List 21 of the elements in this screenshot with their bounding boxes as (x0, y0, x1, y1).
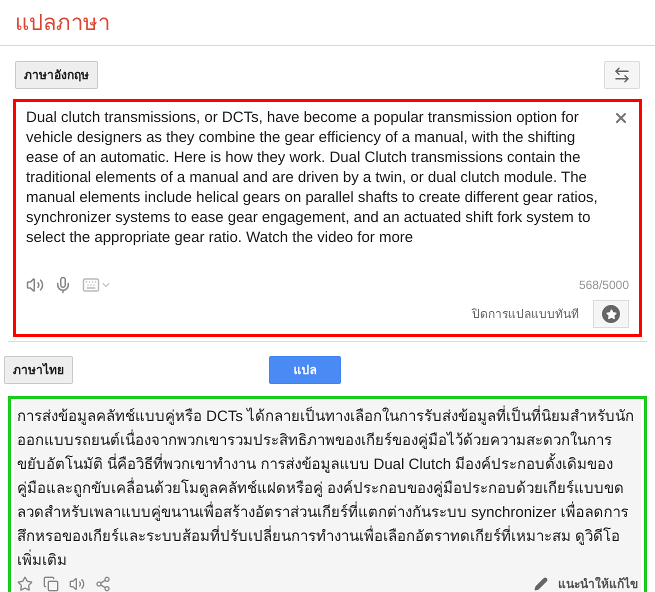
favorite-button[interactable] (593, 300, 629, 328)
instant-translation-link[interactable]: ปิดการแปลแบบทันที (472, 305, 579, 323)
pencil-icon (534, 577, 548, 591)
share-icon[interactable] (95, 576, 111, 592)
clear-icon[interactable] (613, 110, 629, 126)
copy-icon[interactable] (43, 576, 59, 592)
swap-languages-button[interactable] (604, 61, 640, 89)
speaker-icon[interactable] (69, 576, 85, 592)
suggest-edit-link[interactable]: แนะนำให้แก้ไข (558, 575, 638, 592)
microphone-icon[interactable] (54, 276, 72, 294)
character-count: 568/5000 (578, 277, 629, 294)
speaker-icon[interactable] (26, 276, 44, 294)
star-icon[interactable] (17, 576, 33, 592)
translated-text: การส่งข้อมูลคลัทช์แบบคู่หรือ DCTs ได้กลายเป็นทางเลือกในการรับส่งข้อมูลที่เป็นที่นิยมสำหรับนักออกแบบรถยนต์เนื่องจากพวกเขารวมประสิทธิภาพของเกียร์ของคู่มือไว้ด้วยความสะดวกในการขยับอัตโนมัติ นี่คือวิธีที่พวกเขาทำงาน การส่งข้อมูลแบบ Dual Clutch มีองค์ประกอบดั้งเดิมของคู่มือและถูกขับเคลื่อนด้วยโมดูลคลัทช์แฝดหรือคู่ องค์ประกอบของคู่มือประกอบด้วยเกียร์แบบขดลวดสำหรับเพลาแบบคู่ขนานเพื่อสร้างอัตราส่วนเกียร์ที่แตกต่างกันระบบ synchronizer เพื่อลดการสึกหรอของเกียร์และระบบส้อมที่ปรับเปลี่ยนการทำงานเพื่อเลือกอัตราทดเกียร์ที่เหมาะสม ดูวิดีโอเพิ่มเติม (17, 405, 638, 573)
star-icon (606, 308, 616, 320)
page-title: แปลภาษา (15, 9, 110, 37)
source-text-field[interactable]: Dual clutch transmissions, or DCTs, have become a popular transmission option for vehicle designers as they combine the gear efficiency of a manual, with the shifting ease of an automatic. Here is how they work. Dual Clutch transmissions contain the traditional elements of a manual and are driven by a twin, or dual clutch module. The manual elements include helical gears on parallel shafts to create different gear ratios, synchronizer systems to ease gear engagement, and an actuated shift fork system to select the appropriate gear ratio. Watch the video for more (26, 108, 605, 248)
source-language-button[interactable]: ภาษาอังกฤษ (15, 61, 98, 89)
keyboard-icon[interactable] (82, 276, 112, 294)
swap-icon (613, 66, 631, 84)
target-language-button[interactable]: ภาษาไทย (4, 356, 73, 384)
